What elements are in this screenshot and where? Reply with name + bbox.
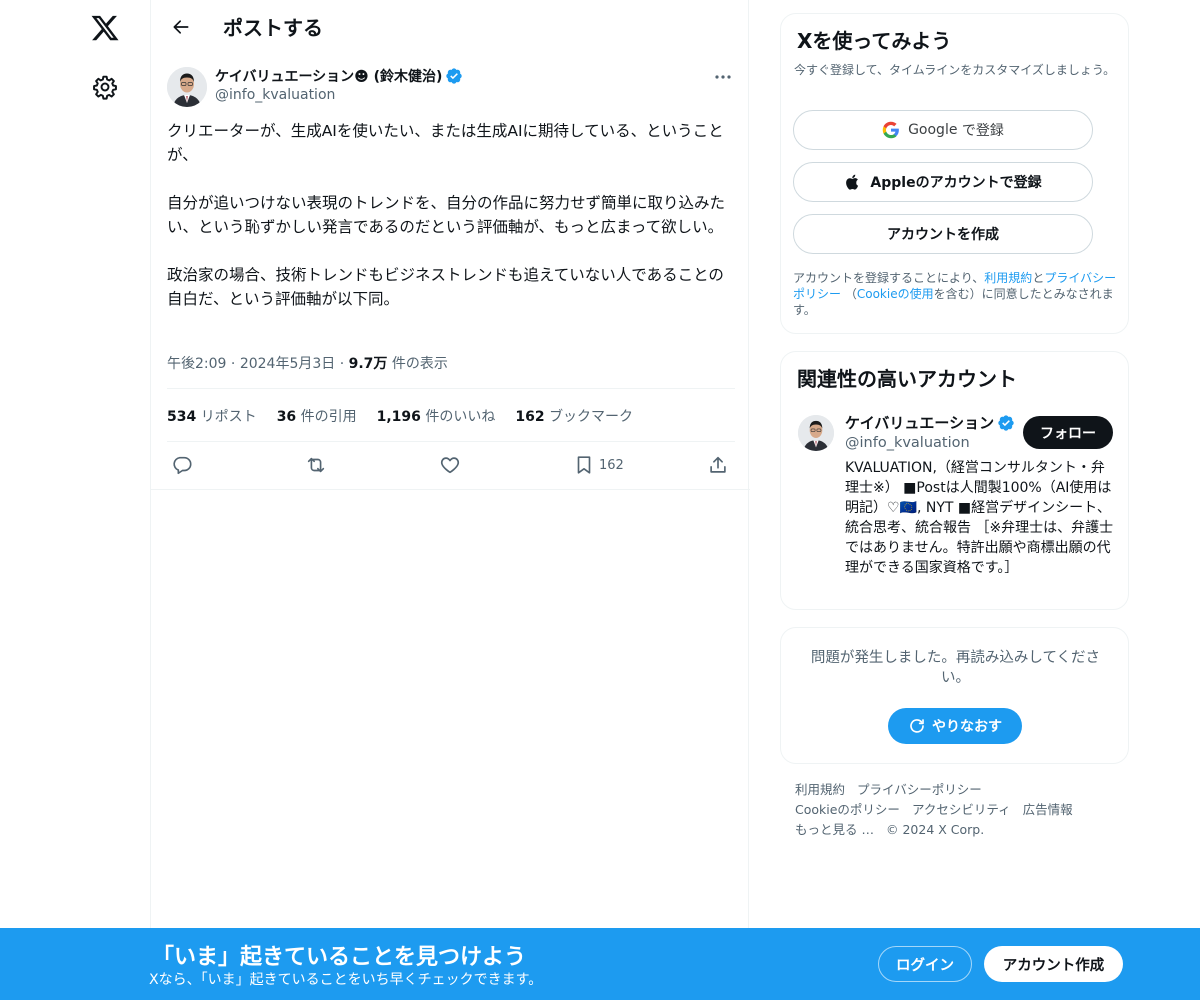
reply-icon[interactable] xyxy=(171,452,193,478)
error-card: 問題が発生しました。再読み込みしてください。 やりなおす xyxy=(780,627,1129,764)
google-brand: Google xyxy=(908,122,958,138)
left-nav xyxy=(0,0,150,1000)
avatar[interactable] xyxy=(167,67,207,107)
footer-ads-link[interactable]: 広告情報 xyxy=(1023,802,1073,817)
author-name[interactable]: ケイバリュエーション☻ (鈴木健治) xyxy=(215,66,442,86)
bookmark-count: 162 xyxy=(599,457,624,473)
banner-title: 「いま」起きていることを見つけよう xyxy=(152,945,527,970)
share-icon[interactable] xyxy=(707,452,729,478)
terms-text-pre: アカウントを登録することにより、 xyxy=(793,271,985,285)
create-account-button[interactable]: アカウントを作成 xyxy=(793,214,1093,254)
views-count: 9.7万 xyxy=(348,356,388,372)
more-options-icon[interactable] xyxy=(711,65,735,89)
post-header: ポストする xyxy=(151,0,748,53)
verified-badge-icon xyxy=(998,414,1014,431)
cookie-link[interactable]: Cookieの使用 xyxy=(857,287,934,301)
quotes-count: 36 xyxy=(276,409,297,425)
avatar[interactable] xyxy=(798,415,834,451)
main-column: ポストする ケイバリュエーション☻ (鈴木健治) @info_kvaluatio… xyxy=(150,0,750,1000)
refresh-icon xyxy=(910,719,924,733)
author-handle[interactable]: @info_kvaluation xyxy=(215,87,335,103)
page-title: ポストする xyxy=(223,16,323,40)
related-account-bio: KVALUATION,（経営コンサルタント・弁理士※） ■Postは人間製100… xyxy=(845,460,1114,576)
signup-button[interactable]: アカウント作成 xyxy=(984,946,1123,982)
follow-button[interactable]: フォロー xyxy=(1023,416,1113,449)
signup-card: Xを使ってみよう 今すぐ登録して、タイムラインをカスタマイズしましょう。 Goo… xyxy=(780,13,1129,334)
apple-signup-label: Appleのアカウントで登録 xyxy=(870,175,1042,191)
footer-accessibility-link[interactable]: アクセシビリティ xyxy=(912,802,1011,817)
likes-count: 1,196 xyxy=(376,409,421,425)
bookmarks-count: 162 xyxy=(515,409,545,425)
terms-text-post: を含む）に同意したとみなされます。 xyxy=(793,287,1114,317)
post-meta: 午後2:09 · 2024年5月3日 · 9.7万 件の表示 xyxy=(167,353,448,373)
login-button[interactable]: ログイン xyxy=(878,946,972,982)
like-icon[interactable] xyxy=(439,452,461,478)
reposts-stat[interactable]: 534 リポスト xyxy=(167,406,257,426)
meta-separator: · xyxy=(339,356,349,372)
likes-stat[interactable]: 1,196 件のいいね xyxy=(377,406,496,426)
post-actions: 162 xyxy=(167,450,735,480)
create-account-label: アカウントを作成 xyxy=(887,227,999,243)
related-account-name[interactable]: ケイバリュエーション xyxy=(845,412,994,433)
back-arrow-icon[interactable] xyxy=(163,9,199,45)
related-accounts-card: 関連性の高いアカウント ケイバリュエーション @info_kvaluation … xyxy=(780,351,1129,610)
divider xyxy=(167,441,735,442)
terms-text-and: と xyxy=(1032,271,1045,285)
terms-text: アカウントを登録することにより、利用規約とプライバシーポリシー （Cookieの… xyxy=(793,270,1118,318)
likes-label: 件のいいね xyxy=(425,409,496,425)
quotes-label: 件の引用 xyxy=(300,409,357,425)
repost-icon[interactable] xyxy=(305,452,327,478)
bookmarks-label: ブックマーク xyxy=(549,409,634,425)
meta-separator: · xyxy=(230,356,240,372)
related-account-handle[interactable]: @info_kvaluation xyxy=(845,435,970,451)
bookmark-icon[interactable]: 162 xyxy=(573,452,624,478)
post-date[interactable]: 2024年5月3日 xyxy=(240,356,335,372)
footer-copyright: © 2024 X Corp. xyxy=(885,822,985,837)
gear-icon[interactable] xyxy=(92,74,118,100)
terms-link[interactable]: 利用規約 xyxy=(984,271,1032,285)
verified-badge-icon xyxy=(446,68,463,84)
divider xyxy=(151,489,750,490)
apple-signup-button[interactable]: Appleのアカウントで登録 xyxy=(793,162,1093,202)
apple-icon xyxy=(846,174,859,190)
x-logo-icon[interactable] xyxy=(90,13,120,43)
banner-subtitle: Xなら、「いま」起きていることをいち早くチェックできます。 xyxy=(149,972,543,988)
error-message: 問題が発生しました。再読み込みしてください。 xyxy=(810,650,1101,686)
footer-links: 利用規約 プライバシーポリシー Cookieのポリシー アクセシビリティ 広告情報 も… xyxy=(795,780,1115,840)
divider xyxy=(167,388,735,389)
related-title: 関連性の高いアカウント xyxy=(797,367,1017,391)
footer-cookie-link[interactable]: Cookieのポリシー xyxy=(795,802,900,817)
author-name-line: ケイバリュエーション☻ (鈴木健治) xyxy=(215,67,463,85)
google-icon xyxy=(882,121,899,139)
signup-title: Xを使ってみよう xyxy=(797,29,952,53)
footer-more-link[interactable]: もっと見る … xyxy=(795,822,874,837)
reposts-label: リポスト xyxy=(200,409,257,425)
bookmarks-stat[interactable]: 162 ブックマーク xyxy=(515,406,633,426)
post-time[interactable]: 午後2:09 xyxy=(167,356,226,372)
related-name-line: ケイバリュエーション xyxy=(845,412,1015,433)
signup-subtitle: 今すぐ登録して、タイムラインをカスタマイズしましょう。 xyxy=(794,63,1116,77)
terms-text-mid: （ xyxy=(844,287,857,301)
bottom-banner: 「いま」起きていることを見つけよう Xなら、「いま」起きていることをいち早くチェ… xyxy=(0,928,1200,1000)
post-text: クリエーターが、生成AIを使いたい、または生成AIに期待している、ということが、… xyxy=(167,122,726,308)
footer-privacy-link[interactable]: プライバシーポリシー xyxy=(857,782,982,797)
footer-terms-link[interactable]: 利用規約 xyxy=(795,782,845,797)
google-signup-button[interactable]: Google で登録 xyxy=(793,110,1093,150)
quotes-stat[interactable]: 36 件の引用 xyxy=(277,406,357,426)
google-signup-label: で登録 xyxy=(961,123,1004,139)
reposts-count: 534 xyxy=(167,409,197,425)
post-stats: 534 リポスト 36 件の引用 1,196 件のいいね 162 ブックマーク xyxy=(167,406,633,426)
retry-label: やりなおす xyxy=(932,719,1002,735)
retry-button[interactable]: やりなおす xyxy=(888,708,1022,744)
post-author: ケイバリュエーション☻ (鈴木健治) @info_kvaluation xyxy=(167,67,735,107)
views-label: 件の表示 xyxy=(391,356,448,372)
